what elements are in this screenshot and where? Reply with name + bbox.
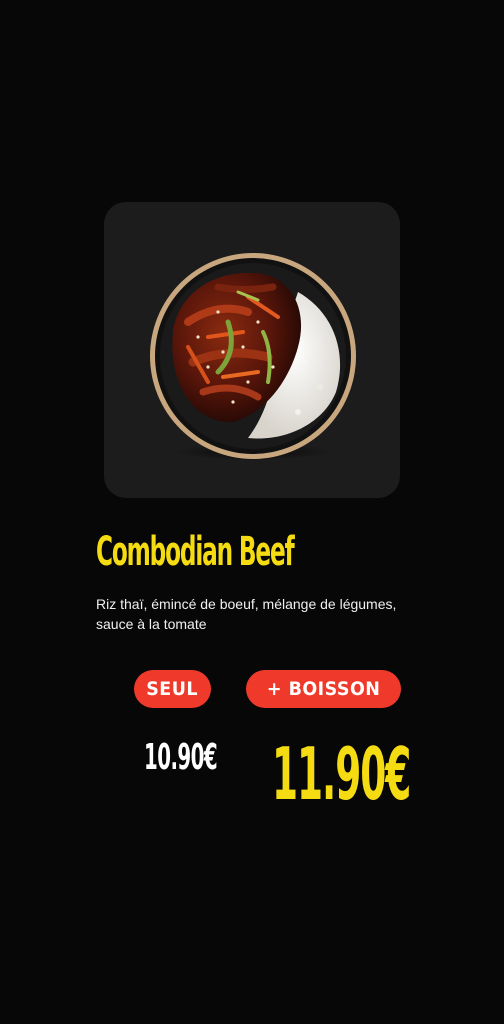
option-boisson-label: + BOISSON [266,678,381,700]
product-image-card [104,202,400,498]
price-combo: 11.90€ [272,732,411,816]
option-seul-label: SEUL [146,678,199,700]
option-boisson-button[interactable]: + BOISSON [246,670,401,708]
product-title: Combodian Beef [96,529,295,575]
product-description: Riz thaï, émincé de boeuf, mélange de lé… [96,596,397,632]
option-seul-button[interactable]: SEUL [134,670,211,708]
rice-bowl-image [150,253,356,460]
price-solo: 10.90€ [144,737,218,778]
